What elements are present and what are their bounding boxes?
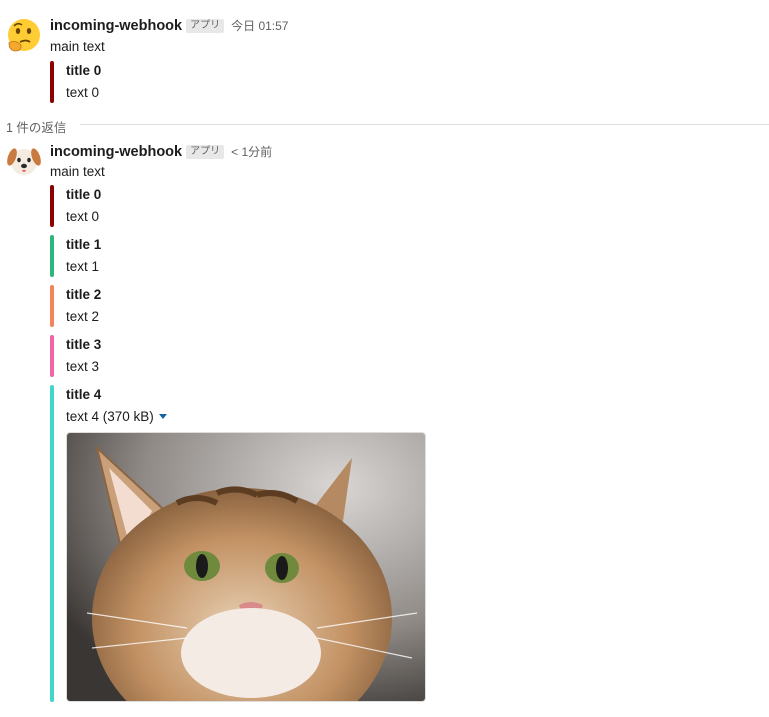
- timestamp[interactable]: < 1分前: [231, 143, 272, 160]
- sender-name[interactable]: incoming-webhook: [50, 144, 182, 160]
- timestamp[interactable]: 今日 01:57: [231, 17, 288, 34]
- attachment-text: text 0: [66, 209, 100, 224]
- attachment-text: text 2: [66, 309, 100, 324]
- reply-divider: 1 件の返信: [0, 114, 769, 136]
- sender-name[interactable]: incoming-webhook: [50, 18, 182, 34]
- attachment-title: title 1: [66, 237, 102, 252]
- attachment: title 4 text 4 (370 kB): [50, 385, 450, 702]
- attachment-title: title 0: [66, 63, 102, 78]
- expand-caret-icon[interactable]: [158, 414, 167, 419]
- attachment-color-bar: [50, 61, 54, 103]
- attachment-text: text 0: [66, 85, 100, 100]
- attachment-color-bar: [50, 285, 54, 327]
- attachment-title: title 3: [66, 337, 102, 352]
- attachment-title: title 2: [66, 287, 102, 302]
- message-1: incoming-webhook アプリ 今日 01:57 main text …: [0, 0, 769, 110]
- attachment-text: text 1: [66, 259, 100, 274]
- attachment-title: title 0: [66, 187, 102, 202]
- attachment-text: text 3: [66, 359, 100, 374]
- attachment-color-bar: [50, 385, 54, 702]
- attachment: title 0 text 0: [50, 61, 350, 103]
- attachment-color-bar: [50, 235, 54, 277]
- message-text: main text: [50, 39, 105, 54]
- attachment: title 1 text 1: [50, 235, 350, 277]
- app-badge: アプリ: [186, 144, 225, 159]
- reply-count: 1 件の返信: [6, 117, 75, 136]
- attachment-color-bar: [50, 335, 54, 377]
- cat-image[interactable]: [66, 432, 426, 702]
- attachment-text: text 4 (370 kB): [66, 409, 167, 424]
- attachment: title 3 text 3: [50, 335, 350, 377]
- app-badge: アプリ: [186, 18, 225, 33]
- divider-line: [80, 124, 769, 125]
- attachment-file-label: text 4 (370 kB): [66, 409, 154, 424]
- cat-photo-icon: [67, 433, 425, 701]
- attachment: title 2 text 2: [50, 285, 350, 327]
- attachment-color-bar: [50, 185, 54, 227]
- thinking-face-icon[interactable]: [6, 17, 42, 53]
- message-text: main text: [50, 164, 105, 179]
- dog-face-icon[interactable]: [6, 143, 42, 179]
- message-2: incoming-webhook アプリ < 1分前 main text tit…: [0, 140, 769, 717]
- attachment-title: title 4: [66, 387, 102, 402]
- attachment: title 0 text 0: [50, 185, 350, 227]
